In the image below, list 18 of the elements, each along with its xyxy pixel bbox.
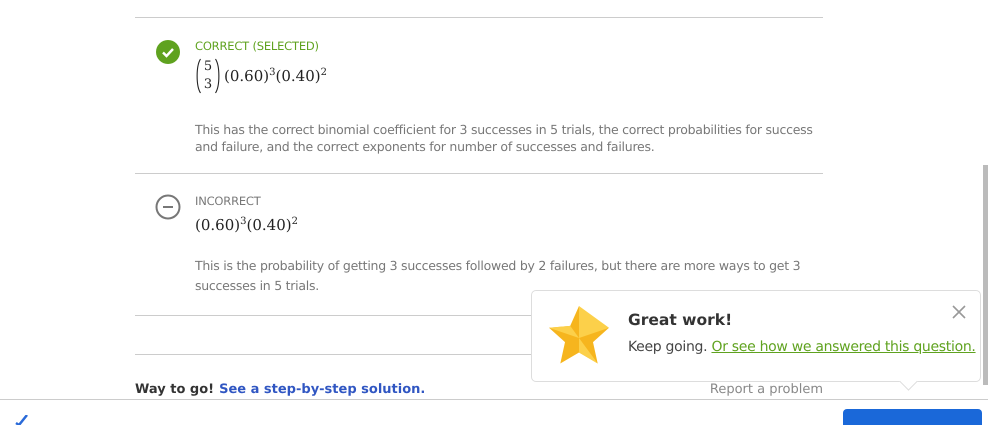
math-expression: (0.60)$^{3}$(0.40)$^{2}$ <box>224 67 327 85</box>
answer-link[interactable]: Or see how we answered this question. <box>711 339 976 355</box>
toast-text: Keep going. <box>628 339 708 355</box>
check-icon <box>155 39 181 65</box>
toast-title: Great work! <box>628 311 732 329</box>
math-expression: (0.60)$^{3}$(0.40)$^{2}$ <box>195 216 298 234</box>
success-message: Way to go! <box>135 382 214 397</box>
close-icon[interactable] <box>952 305 966 319</box>
parenthesis-icon <box>215 58 221 94</box>
explanation-text: This is the probability of getting 3 successes followed by 2 failures, but there are more ways to get 3 successes in 5 trials. <box>195 257 802 295</box>
binomial-coefficient: 5 3 <box>202 58 214 94</box>
solution-link[interactable]: See a step-by-step solution. <box>219 382 426 397</box>
answer-status: CORRECT (SELECTED) <box>195 39 320 53</box>
answer-status: INCORRECT <box>195 194 262 208</box>
report-link[interactable]: Report a problem <box>710 382 823 397</box>
parenthesis-icon <box>195 58 201 94</box>
explanation-text: This has the correct binomial coefficient for 3 successes in 5 trials, the correct probabilities for success and failure, and the correct exponents for number of successes and failures. <box>195 121 814 155</box>
minus-icon <box>155 194 181 220</box>
